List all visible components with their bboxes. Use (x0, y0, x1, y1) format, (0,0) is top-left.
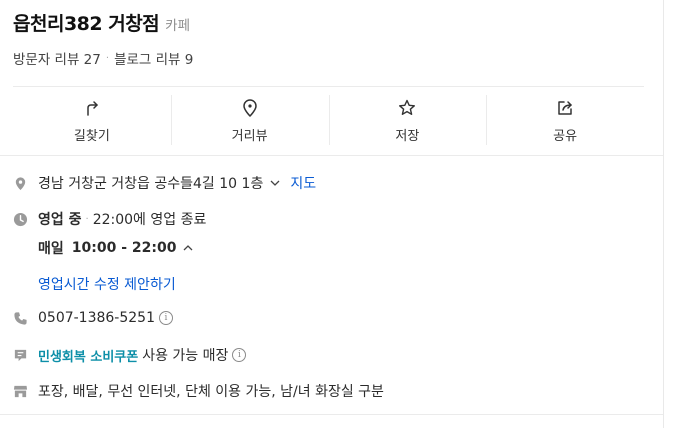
save-button[interactable]: 저장 (328, 87, 487, 155)
map-link[interactable]: 지도 (290, 173, 316, 193)
amenities-row: 포장, 배달, 무선 인터넷, 단체 이용 가능, 남/녀 화장실 구분 (13, 381, 384, 401)
info-icon[interactable]: i (232, 348, 247, 362)
chevron-down-icon[interactable] (269, 177, 281, 189)
star-icon (399, 99, 416, 115)
address-text: 경남 거창군 거창읍 공수들4길 10 1층 (38, 176, 264, 192)
suggest-hours-link[interactable]: 영업시간 수정 제안하기 (38, 274, 176, 294)
street-view-button[interactable]: 거리뷰 (170, 87, 329, 155)
directions-icon (87, 101, 98, 116)
hours-status-row: 영업 중 · 22:00에 영업 종료 (13, 209, 206, 229)
place-category: 카페 (165, 18, 190, 34)
open-status: 영업 중 (38, 212, 82, 228)
coupon-row: 민생회복 소비쿠폰 사용 가능 매장 i (13, 345, 247, 365)
clock-icon (13, 212, 28, 227)
hours-detail-row[interactable]: 매일 10:00 - 22:00 (38, 238, 194, 258)
status-separator: · (85, 213, 89, 225)
location-pin-icon (242, 99, 257, 118)
info-icon[interactable]: i (159, 311, 173, 325)
review-summary: 방문자 리뷰 27 · 블로그 리뷰 9 (13, 48, 193, 68)
coupon-badge: 민생회복 소비쿠폰 (38, 349, 139, 365)
action-bar: 길찾기 거리뷰 저장 공유 (13, 87, 644, 155)
review-separator: · (105, 52, 110, 64)
street-view-label: 거리뷰 (231, 129, 268, 144)
place-header: 읍천리382 거창점 카페 방문자 리뷰 27 · 블로그 리뷰 9 (13, 9, 193, 68)
phone-number[interactable]: 0507-1386-5251 (38, 310, 155, 326)
address-row: 경남 거창군 거창읍 공수들4길 10 1층 지도 (13, 173, 316, 193)
store-icon (13, 384, 28, 399)
suggest-hours-row: 영업시간 수정 제안하기 (38, 274, 176, 294)
closing-time: 22:00에 영업 종료 (92, 212, 207, 228)
directions-label: 길찾기 (73, 129, 110, 144)
phone-icon (13, 311, 28, 326)
share-label: 공유 (553, 129, 578, 144)
title-row: 읍천리382 거창점 카페 (13, 9, 193, 37)
place-name: 읍천리382 거창점 (13, 13, 160, 35)
share-icon (558, 101, 572, 115)
blog-review-link[interactable]: 블로그 리뷰 9 (114, 48, 193, 68)
divider (0, 155, 663, 156)
share-button[interactable]: 공유 (486, 87, 644, 155)
panel-right-border (663, 0, 664, 428)
directions-button[interactable]: 길찾기 (13, 87, 171, 155)
phone-row: 0507-1386-5251 i (13, 310, 173, 326)
divider (0, 414, 663, 415)
save-label: 저장 (395, 129, 420, 144)
hours-day: 매일 (38, 241, 64, 257)
coupon-icon (13, 348, 28, 363)
address-pin-icon (13, 176, 28, 191)
hours-range: 10:00 - 22:00 (71, 240, 177, 256)
coupon-text: 사용 가능 매장 (142, 348, 229, 364)
visitor-review-link[interactable]: 방문자 리뷰 27 (13, 48, 101, 68)
amenities-text: 포장, 배달, 무선 인터넷, 단체 이용 가능, 남/녀 화장실 구분 (38, 384, 384, 400)
chevron-up-icon[interactable] (182, 242, 194, 254)
